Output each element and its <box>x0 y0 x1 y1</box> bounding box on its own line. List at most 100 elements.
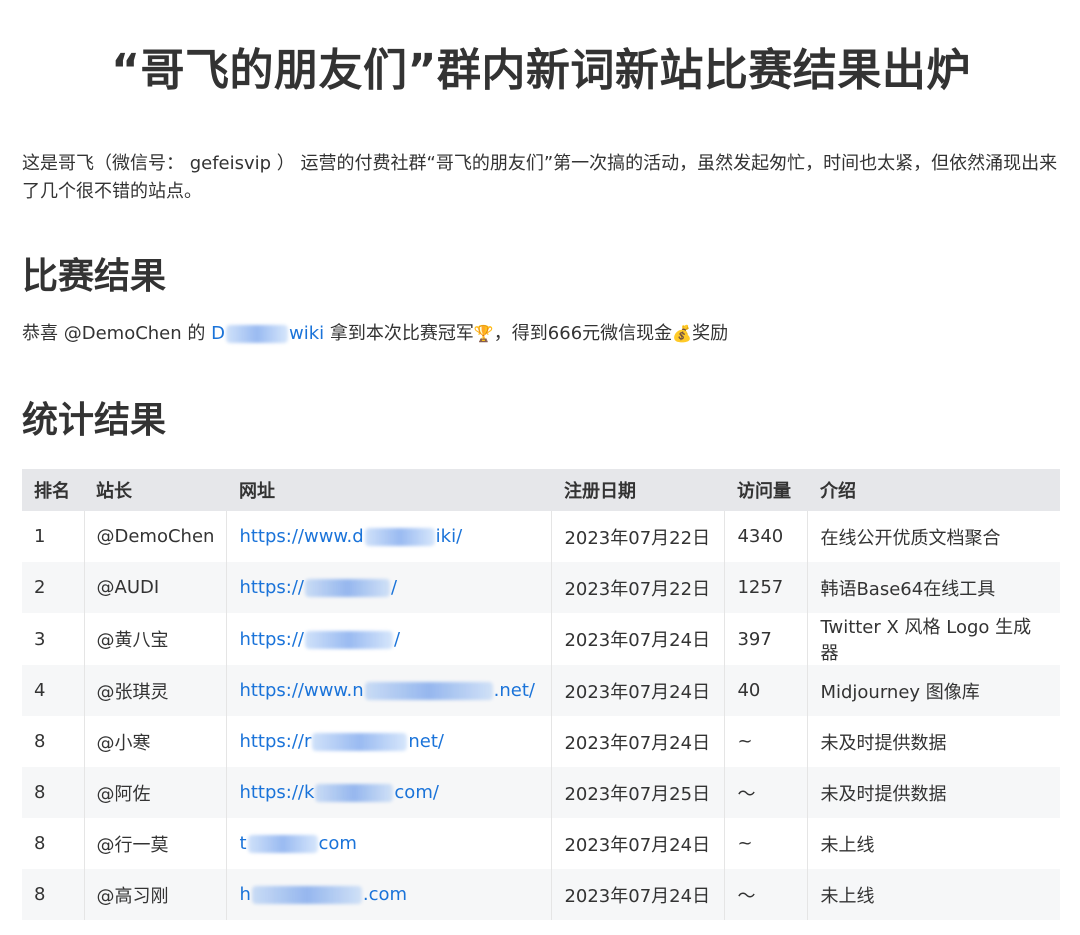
url-end: .com <box>362 884 408 905</box>
intro-paragraph: 这是哥飞（微信号： gefeisvip ） 运营的付费社群“哥飞的朋友们”第一次… <box>22 153 1058 202</box>
table-row: 4 @张琪灵 https://www.n .net/ 2023年07月24日 40… <box>22 665 1060 716</box>
site-link[interactable]: https://www.n .net/ <box>239 680 535 701</box>
money-bag-icon: 💰 <box>672 324 693 343</box>
visits-cell: ~ <box>724 716 808 767</box>
url-end: .net/ <box>493 680 535 701</box>
site-link[interactable]: https://r net/ <box>239 731 444 752</box>
column-header: 排名 <box>34 481 70 502</box>
table-row: 2 @AUDI https:// / 2023年07月22日 1257 韩语Bas… <box>22 562 1060 613</box>
url-start: https://www.n <box>239 680 364 701</box>
column-header: 访问量 <box>736 481 791 502</box>
url-cell: https://www.n .net/ <box>226 665 552 716</box>
url-end: net/ <box>408 731 444 752</box>
owner-cell: @阿佐 <box>83 767 227 818</box>
site-link[interactable]: h .com <box>239 884 407 905</box>
result-suffix-1: 拿到本次比赛冠军 <box>324 323 474 344</box>
winner-link-start: D <box>211 323 225 344</box>
redaction-blur <box>364 528 435 546</box>
site-link[interactable]: https://www.d iki/ <box>239 526 462 547</box>
owner-cell: @黄八宝 <box>83 613 227 665</box>
result-paragraph: 恭喜 @DemoChen 的 Dwiki 拿到本次比赛冠军🏆，得到666元微信现… <box>22 320 1060 348</box>
intro-cell: 未上线 <box>807 818 1060 869</box>
winner-link-end: wiki <box>288 323 325 344</box>
intro-cell: 韩语Base64在线工具 <box>807 562 1060 613</box>
rank-cell: 8 <box>34 731 46 752</box>
redaction-blur <box>247 835 318 853</box>
redaction-blur <box>312 733 408 751</box>
result-suffix-3: 奖励 <box>692 323 729 344</box>
rank-cell: 8 <box>34 782 46 803</box>
date-cell: 2023年07月24日 <box>551 869 725 920</box>
site-link[interactable]: https:// / <box>239 577 397 598</box>
stats-table: 排名 站长 网址 注册日期 访问量 介绍 1 @DemoChen https:/… <box>22 469 1060 920</box>
redaction-blur <box>364 682 493 700</box>
rank-cell: 8 <box>34 884 46 905</box>
table-row: 8 @高习刚 h .com 2023年07月24日 ～ 未上线 <box>22 869 1060 920</box>
owner-cell: @张琪灵 <box>83 665 227 716</box>
result-prefix: 恭喜 @DemoChen 的 <box>22 323 212 344</box>
rank-cell: 3 <box>34 628 46 650</box>
intro-cell: 未及时提供数据 <box>807 767 1060 818</box>
date-cell: 2023年07月25日 <box>551 767 725 818</box>
visits-cell: ～ <box>724 869 808 920</box>
redaction-blur <box>304 579 390 597</box>
visits-cell: 1257 <box>724 562 808 613</box>
winner-site-link[interactable]: Dwiki <box>211 323 324 344</box>
date-cell: 2023年07月24日 <box>551 818 725 869</box>
trophy-icon: 🏆 <box>473 324 494 343</box>
intro-cell: 未上线 <box>807 869 1060 920</box>
url-start: https://r <box>239 731 312 752</box>
intro-cell: 在线公开优质文档聚合 <box>807 511 1060 562</box>
article: “哥飞的朋友们”群内新词新站比赛结果出炉 这是哥飞（微信号： gefeisvip… <box>22 0 1060 920</box>
owner-cell: @DemoChen <box>83 511 227 562</box>
site-link[interactable]: t com <box>239 833 357 854</box>
site-link[interactable]: https://k com/ <box>239 782 438 803</box>
redaction-blur <box>315 784 394 802</box>
visits-cell: ～ <box>724 767 808 818</box>
redaction-blur <box>251 886 362 904</box>
table-row: 8 @阿佐 https://k com/ 2023年07月25日 ～ 未及时提供数… <box>22 767 1060 818</box>
intro-cell: Midjourney 图像库 <box>807 665 1060 716</box>
owner-cell: @小寒 <box>83 716 227 767</box>
site-link[interactable]: https:// / <box>239 629 400 650</box>
url-cell: https://k com/ <box>226 767 552 818</box>
table-header-row: 排名 站长 网址 注册日期 访问量 介绍 <box>22 469 1060 511</box>
url-end: com <box>318 833 357 854</box>
date-cell: 2023年07月24日 <box>551 716 725 767</box>
redaction-blur <box>304 630 393 649</box>
table-row: 8 @行一莫 t com 2023年07月24日 ~ 未上线 <box>22 818 1060 869</box>
rank-cell: 8 <box>34 833 46 854</box>
owner-cell: @AUDI <box>83 562 227 613</box>
url-end: com/ <box>394 782 439 803</box>
url-cell: https:// / <box>226 562 552 613</box>
url-start: https:// <box>239 577 304 598</box>
column-header: 介绍 <box>819 481 856 502</box>
result-suffix-2: ，得到666元微信现金 <box>493 323 673 344</box>
table-row: 1 @DemoChen https://www.d iki/ 2023年07月22… <box>22 511 1060 562</box>
url-end: / <box>393 628 401 650</box>
intro-cell: Twitter X 风格 Logo 生成器 <box>807 613 1060 665</box>
url-end: iki/ <box>435 526 463 547</box>
url-cell: t com <box>226 818 552 869</box>
column-header: 站长 <box>96 481 132 502</box>
url-cell: https:// / <box>226 613 552 665</box>
date-cell: 2023年07月22日 <box>551 511 725 562</box>
visits-cell: 40 <box>724 665 808 716</box>
page-title: “哥飞的朋友们”群内新词新站比赛结果出炉 <box>111 45 971 96</box>
rank-cell: 4 <box>34 680 46 701</box>
url-start: https:// <box>239 628 304 650</box>
date-cell: 2023年07月24日 <box>551 613 725 665</box>
stats-heading: 统计结果 <box>22 400 167 441</box>
column-header: 注册日期 <box>563 481 636 502</box>
url-start: https://www.d <box>239 526 364 547</box>
visits-cell: 4340 <box>724 511 808 562</box>
owner-cell: @高习刚 <box>83 869 227 920</box>
url-cell: https://www.d iki/ <box>226 511 552 562</box>
column-header: 网址 <box>238 481 275 502</box>
url-end: / <box>390 577 398 598</box>
url-start: t <box>239 833 247 854</box>
visits-cell: 397 <box>724 613 808 665</box>
rank-cell: 2 <box>34 577 46 598</box>
result-heading: 比赛结果 <box>22 256 167 297</box>
url-start: h <box>239 884 251 905</box>
